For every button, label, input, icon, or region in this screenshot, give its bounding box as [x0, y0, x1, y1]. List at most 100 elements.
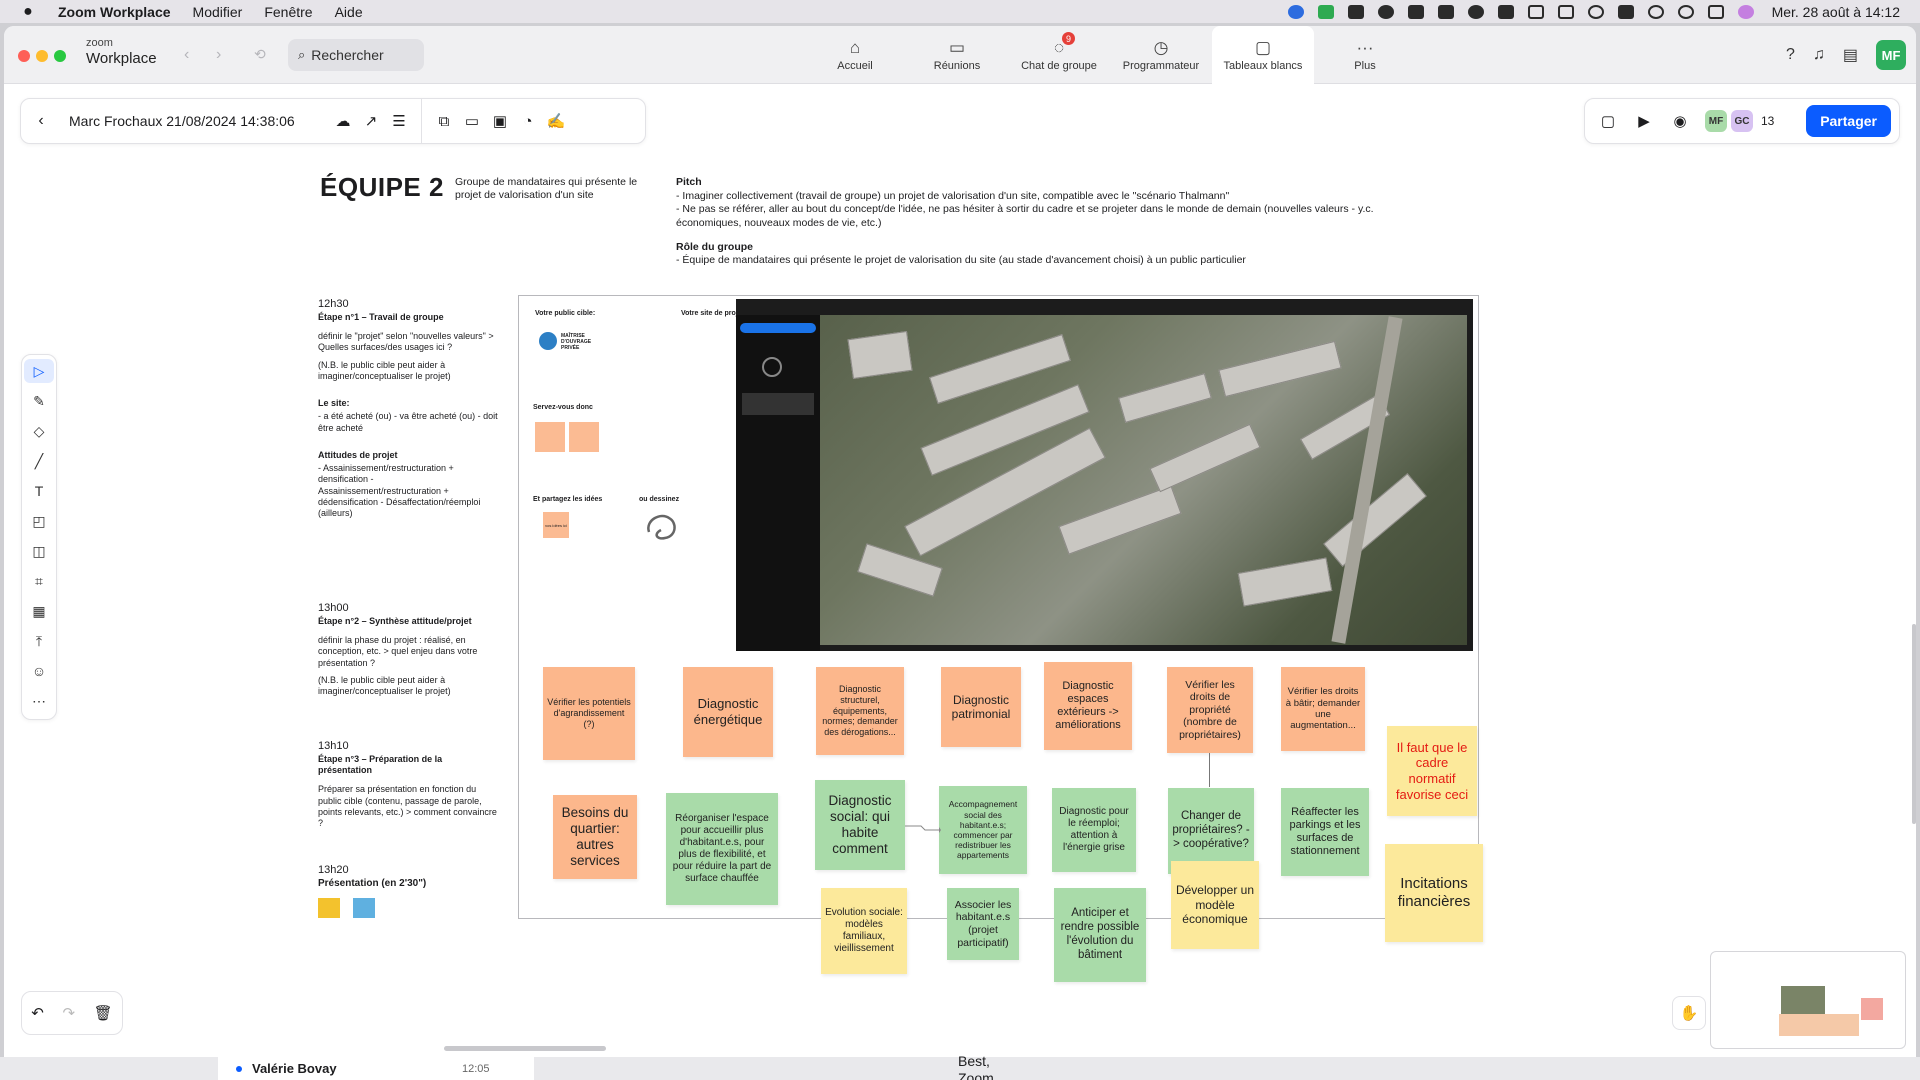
tab-plus[interactable]: ··· Plus [1314, 26, 1416, 84]
sticky-note[interactable]: Diagnostic énergétique [683, 667, 773, 757]
frame-tool-icon[interactable]: ⌗ [24, 569, 54, 593]
share-button[interactable]: Partager [1806, 105, 1891, 137]
open-external-icon[interactable]: ↗ [357, 112, 385, 130]
menu-fenetre[interactable]: Fenêtre [264, 4, 312, 20]
camera-icon[interactable]: ▶ [1633, 112, 1655, 130]
shapes-tool-icon[interactable]: ◇ [24, 419, 54, 443]
emoji-tool-icon[interactable]: ☺ [24, 659, 54, 683]
zoom-status-icon[interactable] [1287, 4, 1304, 19]
template-icon[interactable]: ▣ [486, 112, 514, 130]
screenshot-google-earth[interactable] [736, 299, 1473, 651]
sticky-note[interactable]: Diagnostic patrimonial [941, 667, 1021, 747]
siri-icon[interactable] [1737, 4, 1754, 19]
comment-tool-icon[interactable]: ◫ [24, 539, 54, 563]
keyboard-icon[interactable] [1617, 4, 1634, 19]
horizontal-scrollbar[interactable] [444, 1046, 606, 1051]
upload-tool-icon[interactable]: ⤒ [24, 629, 54, 653]
person-sticker-icon[interactable] [318, 898, 340, 919]
bluetooth-icon[interactable] [1527, 4, 1544, 19]
undo-icon[interactable]: ↶ [31, 1004, 44, 1022]
whiteboard-canvas[interactable]: ‹ Marc Frochaux 21/08/2024 14:38:06 ☁ ↗ … [4, 84, 1916, 1057]
sample-sticky[interactable] [569, 422, 599, 452]
excel-status-icon[interactable] [1317, 4, 1334, 19]
signature-icon[interactable]: ✍ [542, 112, 570, 130]
follow-icon[interactable]: ◉ [1669, 112, 1691, 130]
pen-tool-icon[interactable]: ✎ [24, 389, 54, 413]
help-icon[interactable]: ? [1786, 46, 1795, 64]
wifi-icon[interactable] [1587, 4, 1604, 19]
trash-icon[interactable]: 🗑 [94, 1004, 113, 1022]
sticky-note[interactable]: Accompagnement social des habitant.e.s; … [939, 786, 1027, 874]
more-tools-icon[interactable]: ⋯ [24, 689, 54, 713]
bell-icon[interactable]: ♫ [1813, 46, 1825, 64]
forward-arrow-icon[interactable]: › [216, 46, 221, 64]
sticky-note[interactable]: Diagnostic social: qui habite comment [815, 780, 905, 870]
sample-sticky[interactable] [535, 422, 565, 452]
fullscreen-window-button[interactable] [54, 50, 66, 62]
sticky-note[interactable]: Réorganiser l'espace pour accueillir plu… [666, 793, 778, 905]
participant-count[interactable]: 13 [1761, 114, 1774, 128]
connector-arrow[interactable] [905, 816, 941, 836]
sticky-note[interactable]: Evolution sociale: modèles familiaux, vi… [821, 888, 907, 974]
vpn-icon[interactable] [1497, 4, 1514, 19]
user-avatar[interactable]: MF [1876, 40, 1906, 70]
present-icon[interactable]: ▭ [458, 112, 486, 130]
pages-icon[interactable]: ⧉ [430, 113, 458, 130]
redo-icon[interactable]: ↷ [62, 1004, 75, 1022]
sticky-note[interactable]: Diagnostic structurel, équipements, norm… [816, 667, 904, 755]
menu-modifier[interactable]: Modifier [193, 4, 243, 20]
drawing-scribble-icon[interactable] [643, 510, 681, 542]
control-center-icon[interactable] [1707, 4, 1724, 19]
participant-avatar[interactable]: MF [1705, 110, 1727, 132]
sticky-note[interactable]: Incitations financières [1385, 844, 1483, 942]
sticky-note[interactable]: Anticiper et rendre possible l'évolution… [1054, 888, 1146, 982]
sticky-note[interactable]: Réaffecter les parkings et les surfaces … [1281, 788, 1369, 876]
person-sticker-icon[interactable] [352, 898, 375, 919]
table-tool-icon[interactable]: ▦ [24, 599, 54, 623]
whiteboard-title[interactable]: Marc Frochaux 21/08/2024 14:38:06 [69, 113, 329, 129]
participant-avatar[interactable]: GC [1731, 110, 1753, 132]
sticky-note[interactable]: Associer les habitant.e.s (projet partic… [947, 888, 1019, 960]
comment-icon[interactable]: ▢ [1597, 112, 1619, 130]
calendar-icon[interactable]: ▤ [1843, 45, 1858, 65]
creative-cloud-icon[interactable] [1377, 4, 1394, 19]
robot-icon[interactable] [1437, 4, 1454, 19]
menubar-clock[interactable]: Mer. 28 août à 14:12 [1772, 4, 1900, 20]
sticky-note[interactable]: Développer un modèle économique [1171, 861, 1259, 949]
back-arrow-icon[interactable]: ‹ [184, 46, 189, 64]
tab-chat[interactable]: ◌ 9 Chat de groupe [1008, 26, 1110, 84]
tiny-idea-note[interactable]: vos idées ici [543, 512, 569, 538]
app-status-icon[interactable] [1347, 4, 1364, 19]
sticky-note[interactable]: Vérifier les droits à bâtir; demander un… [1281, 667, 1365, 751]
tab-reunions[interactable]: ▭ Réunions [906, 26, 1008, 84]
mic-status-icon[interactable] [1467, 4, 1484, 19]
tab-accueil[interactable]: ⌂ Accueil [804, 26, 906, 84]
menu-icon[interactable]: ☰ [385, 112, 413, 130]
battery-icon[interactable] [1557, 4, 1574, 19]
history-icon[interactable]: ⟲ [254, 46, 266, 63]
tab-programmateur[interactable]: ◷ Programmateur [1110, 26, 1212, 84]
tab-tableaux-blancs[interactable]: ▢ Tableaux blancs [1212, 26, 1314, 84]
sync-icon[interactable] [1407, 4, 1424, 19]
sticky-note[interactable]: Vérifier les potentiels d'agrandissement… [543, 667, 635, 760]
line-tool-icon[interactable]: ╱ [24, 449, 54, 473]
spotlight-icon[interactable] [1647, 4, 1664, 19]
apple-icon[interactable]: ● [20, 3, 36, 21]
search-field[interactable]: ⌕ Rechercher [288, 39, 424, 71]
vertical-scrollbar[interactable] [1912, 624, 1916, 824]
sticky-note-tool-icon[interactable]: ◰ [24, 509, 54, 533]
menu-app-name[interactable]: Zoom Workplace [58, 4, 171, 20]
minimap[interactable] [1710, 951, 1906, 1049]
sticky-note[interactable]: Il faut que le cadre normatif favorise c… [1387, 726, 1477, 816]
cloud-save-icon[interactable]: ☁ [329, 112, 357, 130]
menu-aide[interactable]: Aide [335, 4, 363, 20]
minimize-window-button[interactable] [36, 50, 48, 62]
back-icon[interactable]: ‹ [21, 112, 61, 130]
sticky-note[interactable]: Diagnostic espaces extérieurs -> amélior… [1044, 662, 1132, 750]
pan-hand-icon[interactable]: ✋ [1672, 996, 1706, 1030]
sticky-note[interactable]: Besoins du quartier: autres services [553, 795, 637, 879]
timer-icon[interactable]: ◔ [514, 113, 542, 130]
connector-line[interactable] [1209, 753, 1210, 787]
project-frame[interactable]: Votre public cible: Votre site de projet… [518, 295, 1483, 982]
close-window-button[interactable] [18, 50, 30, 62]
